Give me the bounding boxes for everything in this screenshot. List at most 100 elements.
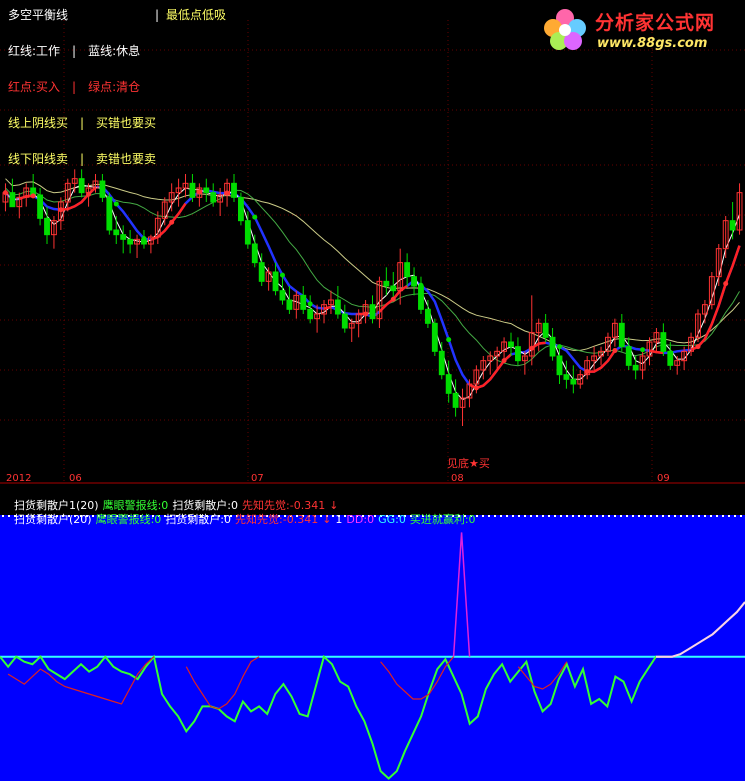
candle-down xyxy=(411,276,417,287)
dot xyxy=(584,515,586,517)
dot xyxy=(734,515,736,517)
dot xyxy=(524,515,526,517)
candle-down xyxy=(258,262,265,282)
buy-dot xyxy=(390,296,396,302)
candle-down xyxy=(515,346,521,362)
status2-prophet: 先知先觉:-0.341 xyxy=(235,513,319,526)
candle-down xyxy=(272,271,279,292)
dot xyxy=(638,515,640,517)
legend-line-colors: 红线:工作 | 蓝线:休息 xyxy=(8,44,141,58)
candle-down xyxy=(127,238,134,245)
candle-down xyxy=(438,350,445,376)
buy-dot xyxy=(363,311,369,317)
dot xyxy=(560,515,562,517)
candle-down xyxy=(390,285,397,292)
status2-name: 扫货剩散户(20) xyxy=(14,513,92,526)
candle-down xyxy=(542,322,549,338)
dot xyxy=(536,515,538,517)
candle-down xyxy=(549,336,556,357)
title-balance-line: 多空平衡线 xyxy=(8,8,69,22)
dot xyxy=(740,515,742,517)
buy-dot xyxy=(2,190,8,196)
dot xyxy=(500,515,502,517)
candle-down xyxy=(404,262,411,278)
buy-dot xyxy=(612,348,618,354)
dot xyxy=(542,515,544,517)
buy-dot xyxy=(169,219,175,225)
candle-down xyxy=(307,308,314,320)
candle-down xyxy=(445,374,452,394)
candle-down xyxy=(78,178,85,194)
candle-down xyxy=(570,378,577,385)
sell-dot xyxy=(307,301,313,307)
ma-short-line xyxy=(5,184,740,401)
xaxis-label-2012: 2012 xyxy=(6,473,32,484)
buy-dot xyxy=(58,207,64,213)
dot xyxy=(506,515,508,517)
dot xyxy=(518,515,520,517)
dot xyxy=(692,515,694,517)
candle-down xyxy=(113,229,120,236)
indicator-status-line-1: 扫货剩散户1(20) 鹰眼警报线:0 扫货剩散户:0 先知先觉:-0.341 ↓ xyxy=(0,486,342,512)
dot xyxy=(698,515,700,517)
status2-down-arrow-icon: ↓ xyxy=(322,513,332,526)
candle-down xyxy=(300,294,307,310)
dot xyxy=(668,515,670,517)
dot xyxy=(680,515,682,517)
candle-down xyxy=(729,220,736,231)
dot xyxy=(602,515,604,517)
dot xyxy=(722,515,724,517)
dot xyxy=(710,515,712,517)
candle-down xyxy=(556,355,563,376)
candle-down xyxy=(563,374,570,380)
dot xyxy=(512,515,514,517)
dot xyxy=(614,515,616,517)
buy-dot xyxy=(501,358,507,364)
dot xyxy=(650,515,652,517)
chart-window: 多空平衡线 | 最低点低吸 红线:工作 | 蓝线:休息 红点:买入 | 绿点:清… xyxy=(0,0,745,781)
dot xyxy=(482,515,484,517)
buy-dot xyxy=(584,369,590,375)
candle-down xyxy=(632,364,639,371)
legend-rule-sell: 线下阳线卖 | 卖错也要卖 xyxy=(8,152,157,166)
candle-down xyxy=(618,322,625,348)
dot xyxy=(656,515,658,517)
dot xyxy=(728,515,730,517)
sell-dot xyxy=(667,350,673,356)
dot xyxy=(530,515,532,517)
xaxis-label-06: 06 xyxy=(69,473,82,484)
candle-down xyxy=(189,182,196,198)
dot xyxy=(578,515,580,517)
dot xyxy=(608,515,610,517)
sell-dot xyxy=(446,337,452,343)
sell-dot xyxy=(556,344,562,350)
candle-down xyxy=(9,192,16,208)
candle-down xyxy=(203,187,210,194)
xaxis-label-07: 07 xyxy=(251,473,264,484)
dot xyxy=(716,515,718,517)
buy-dot xyxy=(196,189,202,195)
candlesticks xyxy=(2,169,743,426)
title-low-buy: 最低点低吸 xyxy=(166,8,227,22)
dot xyxy=(572,515,574,517)
flower-logo-icon xyxy=(544,9,586,50)
buy-dot xyxy=(86,191,92,197)
work-red-line xyxy=(323,305,332,310)
buy-dot xyxy=(473,385,479,391)
dot xyxy=(548,515,550,517)
candle-down xyxy=(660,332,667,352)
sell-dot xyxy=(252,214,258,220)
candle-down xyxy=(99,180,106,198)
candle-down xyxy=(231,182,237,198)
buy-dot xyxy=(224,190,230,196)
dot xyxy=(644,515,646,517)
sell-dot xyxy=(640,347,646,353)
dot xyxy=(488,515,490,517)
buy-dot xyxy=(529,345,535,351)
sell-dot xyxy=(335,307,341,313)
candle-down xyxy=(286,299,293,310)
candle-down xyxy=(625,346,632,366)
sell-dot xyxy=(141,236,147,242)
candle-down xyxy=(106,196,113,231)
dot xyxy=(566,515,568,517)
